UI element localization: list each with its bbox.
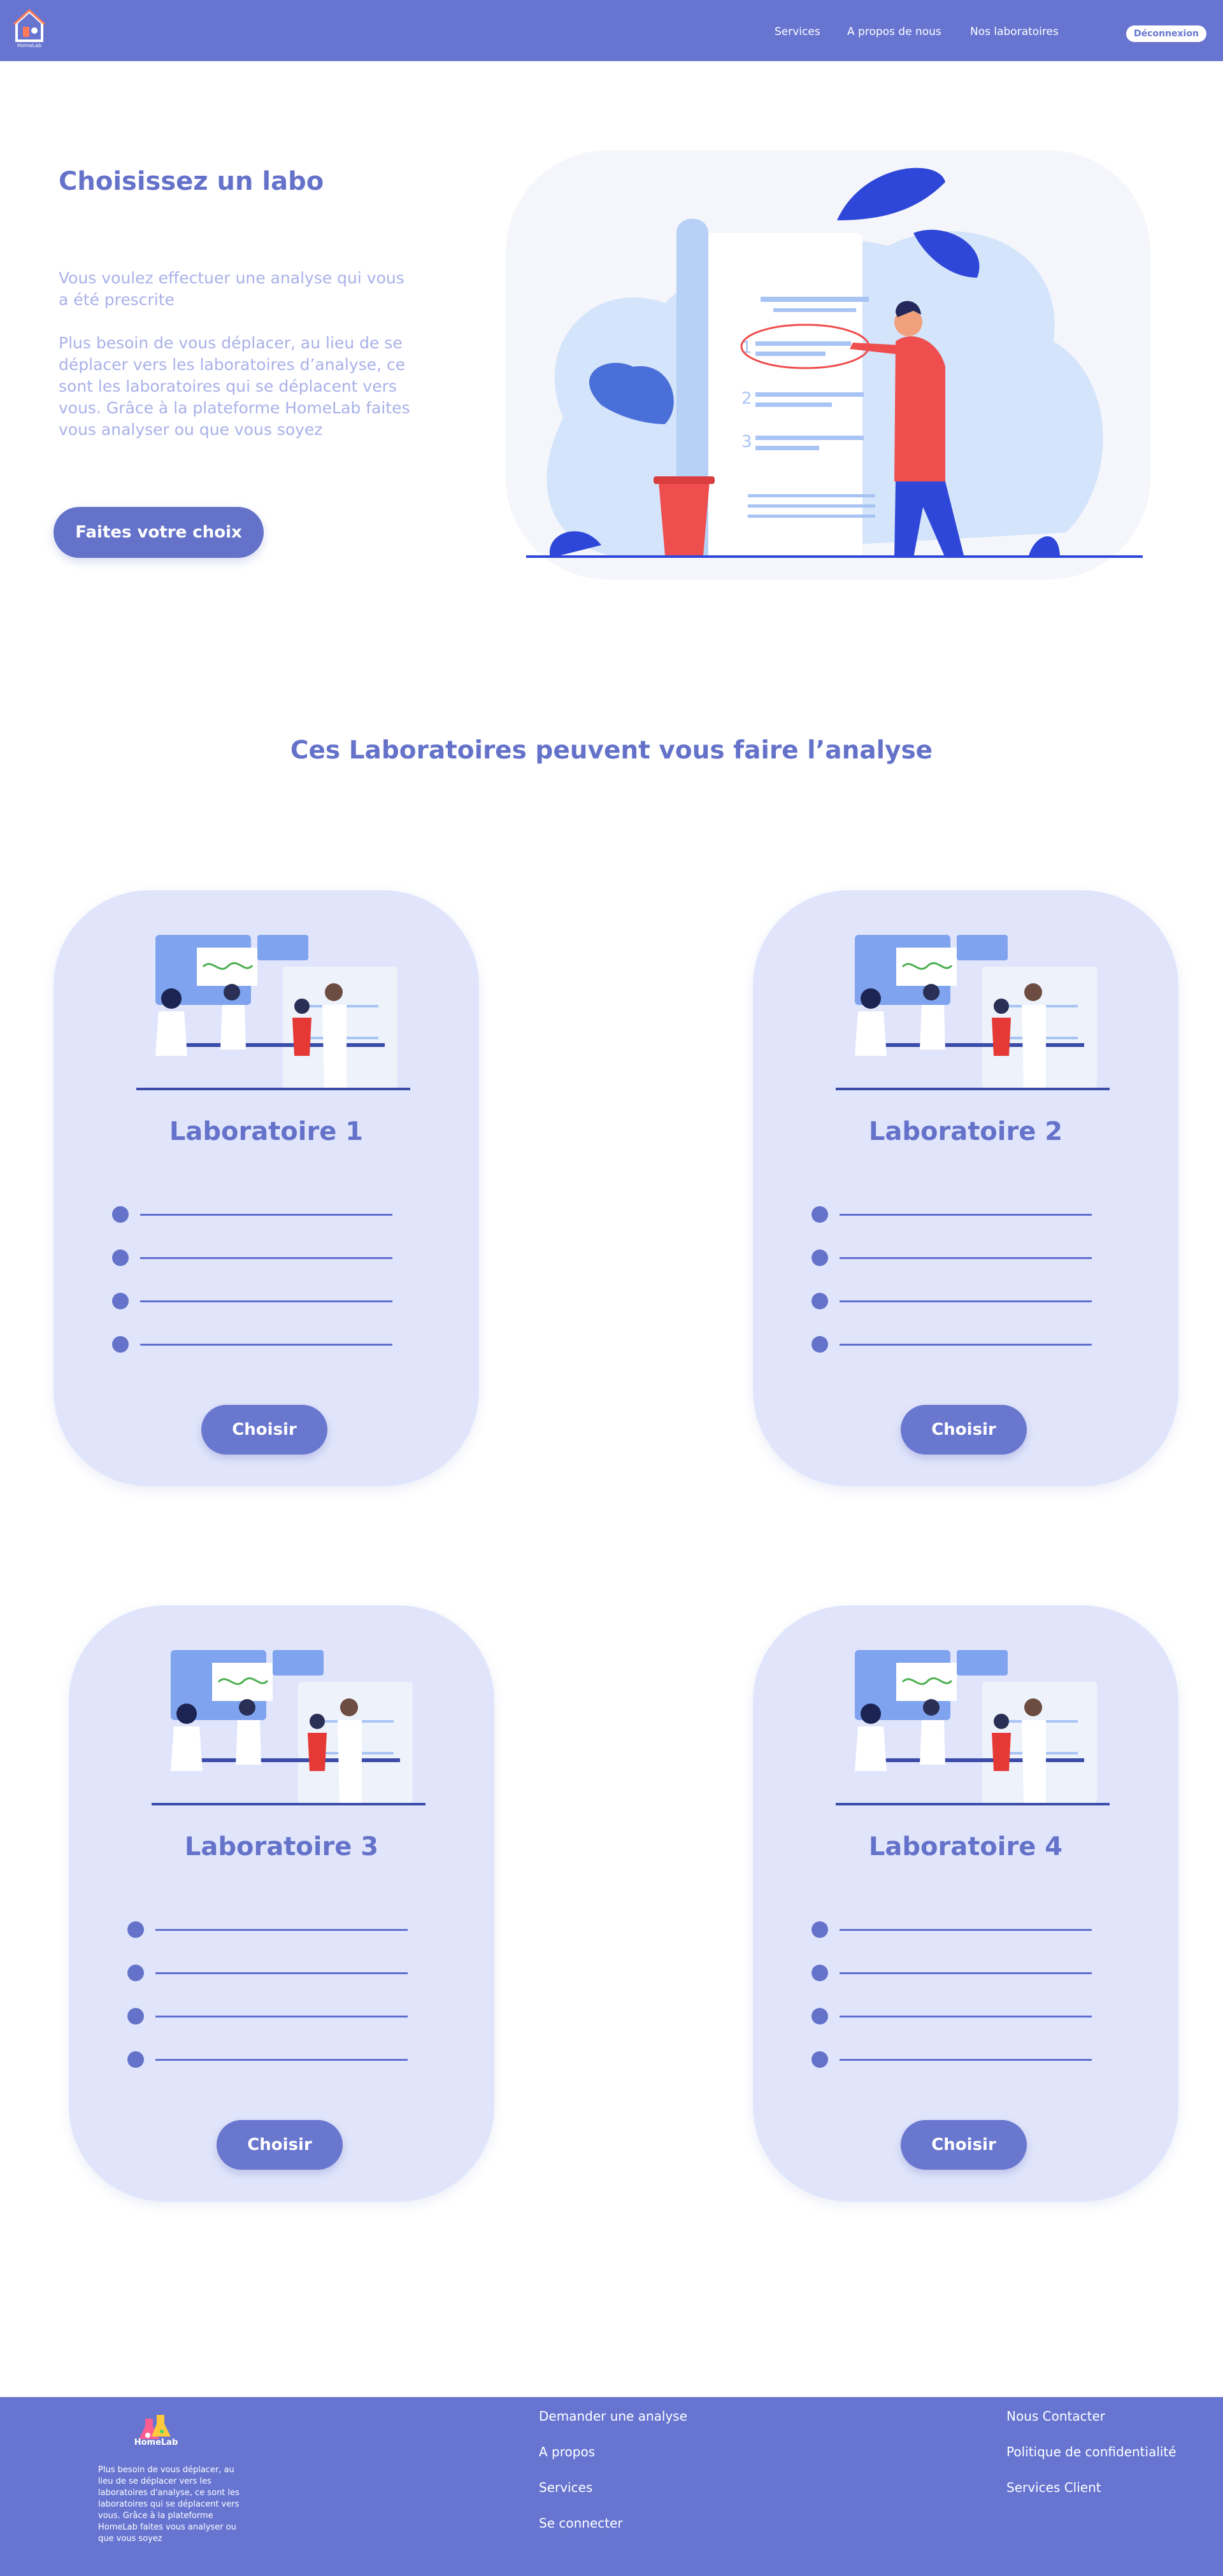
nav-about-link[interactable]: A propos de nous — [847, 25, 941, 38]
bullet-icon — [812, 2008, 828, 2025]
bullet-icon — [812, 1293, 828, 1309]
feature-item — [812, 2050, 1092, 2069]
footer-login-link[interactable]: Se connecter — [539, 2516, 623, 2531]
feature-line — [840, 1344, 1092, 1346]
svg-text:2: 2 — [741, 389, 752, 408]
bullet-icon — [812, 1921, 828, 1938]
feature-item — [127, 1963, 408, 1982]
lab-name: Laboratoire 4 — [868, 1832, 1063, 1861]
logout-button[interactable]: Déconnexion — [1126, 25, 1206, 42]
feature-item — [812, 1292, 1092, 1311]
feature-line — [840, 1929, 1092, 1931]
feature-line — [155, 1929, 408, 1931]
svg-text:3: 3 — [741, 432, 752, 452]
feature-line — [140, 1257, 392, 1259]
feature-line — [840, 2059, 1092, 2061]
nav-labs-link[interactable]: Nos laboratoires — [970, 25, 1059, 38]
feature-line — [840, 1972, 1092, 1974]
top-navbar: HomeLab Services A propos de nous Nos la… — [0, 0, 1223, 61]
footer-customer-service-link[interactable]: Services Client — [1006, 2480, 1101, 2495]
lab-card-3: Laboratoire 3 Choisir — [69, 1605, 494, 2202]
footer-contact-link[interactable]: Nous Contacter — [1006, 2409, 1105, 2424]
checklist-illustration: 1 2 3 — [506, 150, 1150, 580]
feature-item — [112, 1335, 392, 1354]
bullet-icon — [112, 1336, 129, 1353]
lab-card-2: Laboratoire 2 Choisir — [753, 890, 1178, 1486]
hero-paragraph-2: Plus besoin de vous déplacer, au lieu de… — [59, 334, 410, 439]
footer-services-link[interactable]: Services — [539, 2480, 592, 2495]
footer-request-analysis-link[interactable]: Demander une analyse — [539, 2409, 687, 2424]
footer-description: Plus besoin de vous déplacer, au lieu de… — [98, 2465, 240, 2544]
bullet-icon — [812, 2051, 828, 2068]
feature-item — [127, 1920, 408, 1939]
make-choice-button[interactable]: Faites votre choix — [54, 507, 264, 558]
lab-team-illustration — [836, 1650, 1110, 1805]
lab-name: Laboratoire 3 — [184, 1832, 379, 1861]
lab-team-illustration — [836, 935, 1110, 1090]
feature-line — [140, 1300, 392, 1302]
feature-line — [155, 2059, 408, 2061]
bullet-icon — [127, 2051, 144, 2068]
lab-name: Laboratoire 2 — [868, 1117, 1063, 1146]
feature-item — [127, 2050, 408, 2069]
lab-card-4: Laboratoire 4 Choisir — [753, 1605, 1178, 2202]
feature-line — [840, 1214, 1092, 1216]
hero-paragraph-1: Vous voulez effectuer une analyse qui vo… — [59, 269, 404, 309]
nav-services-link[interactable]: Services — [775, 25, 820, 38]
feature-item — [812, 1963, 1092, 1982]
bullet-icon — [812, 1965, 828, 1981]
feature-item — [812, 1205, 1092, 1224]
choose-lab-1-button[interactable]: Choisir — [201, 1405, 327, 1455]
feature-item — [812, 1248, 1092, 1267]
bullet-icon — [112, 1206, 129, 1223]
feature-item — [812, 1335, 1092, 1354]
feature-item — [127, 2007, 408, 2026]
bullet-icon — [812, 1249, 828, 1266]
homelab-logo-icon[interactable]: HomeLab — [11, 5, 47, 48]
bullet-icon — [812, 1206, 828, 1223]
svg-text:HomeLab: HomeLab — [17, 43, 41, 48]
choose-lab-3-button[interactable]: Choisir — [217, 2120, 343, 2170]
feature-line — [840, 1300, 1092, 1302]
lab-team-illustration — [136, 935, 410, 1090]
lab-team-illustration — [152, 1650, 426, 1805]
bullet-icon — [127, 2008, 144, 2025]
bullet-icon — [112, 1293, 129, 1309]
lab-name: Laboratoire 1 — [169, 1117, 364, 1146]
feature-line — [155, 1972, 408, 1974]
feature-line — [155, 2016, 408, 2017]
bullet-icon — [812, 1336, 828, 1353]
feature-line — [840, 2016, 1092, 2017]
bullet-icon — [127, 1965, 144, 1981]
choose-lab-2-button[interactable]: Choisir — [901, 1405, 1027, 1455]
footer-brand: HomeLab — [134, 2438, 178, 2447]
choose-lab-4-button[interactable]: Choisir — [901, 2120, 1027, 2170]
footer-privacy-link[interactable]: Politique de confidentialité — [1006, 2444, 1177, 2459]
bullet-icon — [112, 1249, 129, 1266]
footer-about-link[interactable]: A propos — [539, 2444, 595, 2459]
feature-item — [112, 1205, 392, 1224]
feature-line — [140, 1344, 392, 1346]
hero-title: Choisissez un labo — [59, 167, 324, 196]
feature-item — [812, 1920, 1092, 1939]
feature-line — [840, 1257, 1092, 1259]
labs-section-title: Ces Laboratoires peuvent vous faire l’an… — [290, 736, 933, 765]
feature-item — [812, 2007, 1092, 2026]
footer: HomeLab Plus besoin de vous déplacer, au… — [0, 2397, 1223, 2576]
lab-card-1: Laboratoire 1 Choisir — [54, 890, 479, 1486]
feature-item — [112, 1292, 392, 1311]
bullet-icon — [127, 1921, 144, 1938]
feature-item — [112, 1248, 392, 1267]
feature-line — [140, 1214, 392, 1216]
